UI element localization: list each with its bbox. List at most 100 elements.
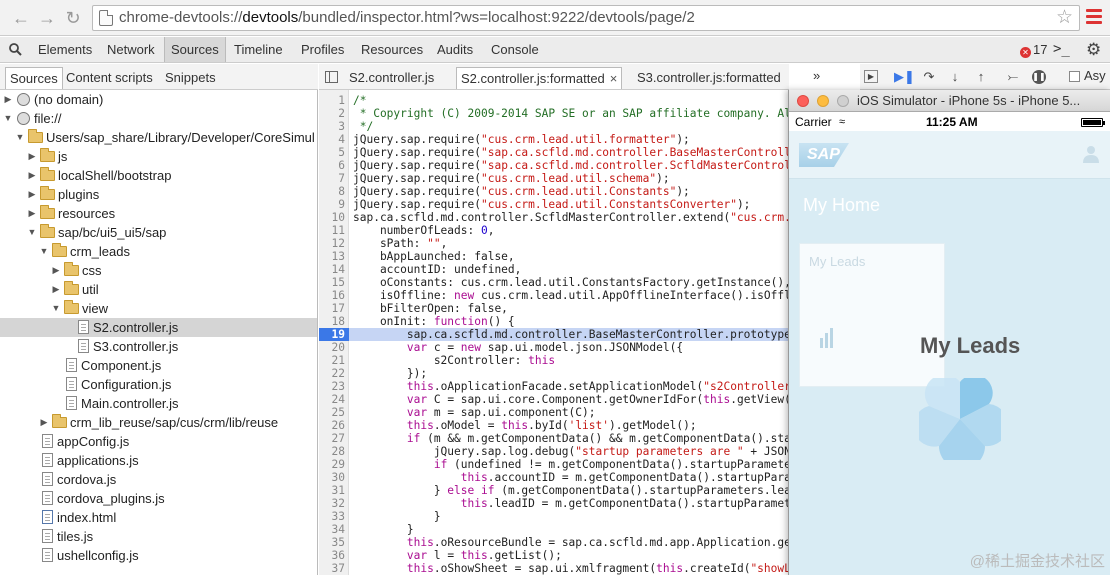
line-number[interactable]: 36 (319, 549, 345, 562)
editor-tab-s2-formatted[interactable]: S2.controller.js:formatted × (456, 67, 623, 89)
tree-item[interactable]: ▼ view (0, 299, 317, 318)
step-over-icon[interactable]: ↷ (920, 69, 938, 85)
code-line[interactable]: 2 * Copyright (C) 2009-2014 SAP SE or an… (319, 107, 789, 120)
code-line[interactable]: 18 onInit: function() { (319, 315, 789, 328)
tree-item[interactable]: cordova_plugins.js (0, 489, 317, 508)
line-number[interactable]: 6 (319, 159, 345, 172)
user-icon[interactable] (1083, 145, 1099, 163)
code-line[interactable]: 36 var l = this.getList(); (319, 549, 789, 562)
code-line[interactable]: 31 } else if (m.getComponentData().start… (319, 484, 789, 497)
collapse-arrow-icon[interactable]: ▼ (3, 109, 13, 128)
tab-network[interactable]: Network (101, 37, 161, 62)
tree-item[interactable]: index.html (0, 508, 317, 527)
line-number[interactable]: 15 (319, 276, 345, 289)
line-number[interactable]: 27 (319, 432, 345, 445)
tree-item[interactable]: ▶ js (0, 147, 317, 166)
step-into-icon[interactable]: ↓ (946, 69, 964, 85)
line-number[interactable]: 1 (319, 94, 345, 107)
subtab-snippets[interactable]: Snippets (161, 67, 220, 89)
tree-item-selected[interactable]: S2.controller.js (0, 318, 317, 337)
line-number[interactable]: 37 (319, 562, 345, 575)
code-line[interactable]: 23 this.oApplicationFacade.setApplicatio… (319, 380, 789, 393)
code-line[interactable]: 1 /* (319, 94, 789, 107)
code-line[interactable]: 6 jQuery.sap.require("sap.ca.scfld.md.con… (319, 159, 789, 172)
line-number[interactable]: 20 (319, 341, 345, 354)
tab-audits[interactable]: Audits (431, 37, 479, 62)
simulator-title-bar[interactable]: iOS Simulator - iPhone 5s - iPhone 5... (789, 90, 1110, 112)
close-window-icon[interactable] (797, 95, 809, 107)
tree-item[interactable]: S3.controller.js (0, 337, 317, 356)
tree-item[interactable]: ▼ crm_leads (0, 242, 317, 261)
tree-item[interactable]: Component.js (0, 356, 317, 375)
tab-elements[interactable]: Elements (32, 37, 98, 62)
line-number[interactable]: 8 (319, 185, 345, 198)
expand-arrow-icon[interactable]: ▶ (51, 261, 61, 280)
code-line[interactable]: 24 var C = sap.ui.core.Component.getOwne… (319, 393, 789, 406)
code-line[interactable]: 17 bFilterOpen: false, (319, 302, 789, 315)
tab-sources[interactable]: Sources (164, 37, 226, 62)
forward-arrow-icon[interactable]: → (36, 7, 58, 29)
code-line[interactable]: 35 this.oResourceBundle = sap.ca.scfld.m… (319, 536, 789, 549)
code-line[interactable]: 30 this.accountID = m.getComponentData()… (319, 471, 789, 484)
line-number[interactable]: 14 (319, 263, 345, 276)
code-line[interactable]: 9 jQuery.sap.require("cus.crm.lead.util.C… (319, 198, 789, 211)
line-number[interactable]: 26 (319, 419, 345, 432)
line-number[interactable]: 16 (319, 289, 345, 302)
line-number[interactable]: 21 (319, 354, 345, 367)
line-number[interactable]: 33 (319, 510, 345, 523)
address-url[interactable]: chrome-devtools://devtools/bundled/inspe… (119, 6, 695, 30)
settings-gear-icon[interactable]: ⚙ (1086, 40, 1101, 60)
back-arrow-icon[interactable]: ← (10, 7, 32, 29)
collapse-arrow-icon[interactable]: ▼ (15, 128, 25, 147)
line-number[interactable]: 31 (319, 484, 345, 497)
tab-resources[interactable]: Resources (355, 37, 429, 62)
tab-profiles[interactable]: Profiles (295, 37, 350, 62)
minimize-window-icon[interactable] (817, 95, 829, 107)
tree-item[interactable]: Configuration.js (0, 375, 317, 394)
code-line[interactable]: 32 this.leadID = m.getComponentData().st… (319, 497, 789, 510)
step-out-icon[interactable]: ↑ (972, 69, 990, 85)
line-number[interactable]: 34 (319, 523, 345, 536)
code-line[interactable]: 33 } (319, 510, 789, 523)
code-line[interactable]: 28 jQuery.sap.log.debug("startup paramet… (319, 445, 789, 458)
subtab-content-scripts[interactable]: Content scripts (62, 67, 157, 89)
line-number[interactable]: 7 (319, 172, 345, 185)
more-tabs-chevron-icon[interactable]: » (813, 68, 820, 83)
close-tab-icon[interactable]: × (610, 71, 618, 86)
line-number[interactable]: 17 (319, 302, 345, 315)
collapse-arrow-icon[interactable]: ▼ (27, 223, 37, 242)
line-number[interactable]: 10 (319, 211, 345, 224)
async-checkbox[interactable] (1069, 71, 1080, 82)
line-number[interactable]: 35 (319, 536, 345, 549)
reload-icon[interactable]: ↻ (62, 7, 84, 29)
code-line[interactable]: 5 jQuery.sap.require("sap.ca.scfld.md.con… (319, 146, 789, 159)
editor-tab-s3-formatted[interactable]: S3.controller.js:formatted (633, 67, 785, 89)
code-line[interactable]: 21 s2Controller: this (319, 354, 789, 367)
code-line[interactable]: 10 sap.ca.scfld.md.controller.ScfldMaster… (319, 211, 789, 224)
code-line[interactable]: 37 this.oShowSheet = sap.ui.xmlfragment(… (319, 562, 789, 575)
line-number[interactable]: 25 (319, 406, 345, 419)
code-line[interactable]: 14 accountID: undefined, (319, 263, 789, 276)
code-line[interactable]: 11 numberOfLeads: 0, (319, 224, 789, 237)
tree-item[interactable]: cordova.js (0, 470, 317, 489)
line-number[interactable]: 18 (319, 315, 345, 328)
expand-arrow-icon[interactable]: ▶ (27, 166, 37, 185)
line-number[interactable]: 30 (319, 471, 345, 484)
tree-item[interactable]: ▶ util (0, 280, 317, 299)
code-line[interactable]: 7 jQuery.sap.require("cus.crm.lead.util.s… (319, 172, 789, 185)
tree-item[interactable]: ▶ plugins (0, 185, 317, 204)
line-number[interactable]: 4 (319, 133, 345, 146)
code-line[interactable]: 20 var c = new sap.ui.model.json.JSONMod… (319, 341, 789, 354)
expand-arrow-icon[interactable]: ▶ (3, 90, 13, 109)
tree-item[interactable]: Main.controller.js (0, 394, 317, 413)
search-icon[interactable] (9, 43, 22, 56)
code-line[interactable]: 12 sPath: "", (319, 237, 789, 250)
expand-arrow-icon[interactable]: ▶ (51, 280, 61, 299)
expand-arrow-icon[interactable]: ▶ (27, 204, 37, 223)
tree-item[interactable]: ushellconfig.js (0, 546, 317, 565)
pause-on-exceptions-icon[interactable]: ❚❚ (1032, 70, 1046, 84)
line-number[interactable]: 28 (319, 445, 345, 458)
ios-simulator-window[interactable]: iOS Simulator - iPhone 5s - iPhone 5... … (788, 90, 1110, 575)
code-line[interactable]: 34 } (319, 523, 789, 536)
line-number[interactable]: 5 (319, 146, 345, 159)
